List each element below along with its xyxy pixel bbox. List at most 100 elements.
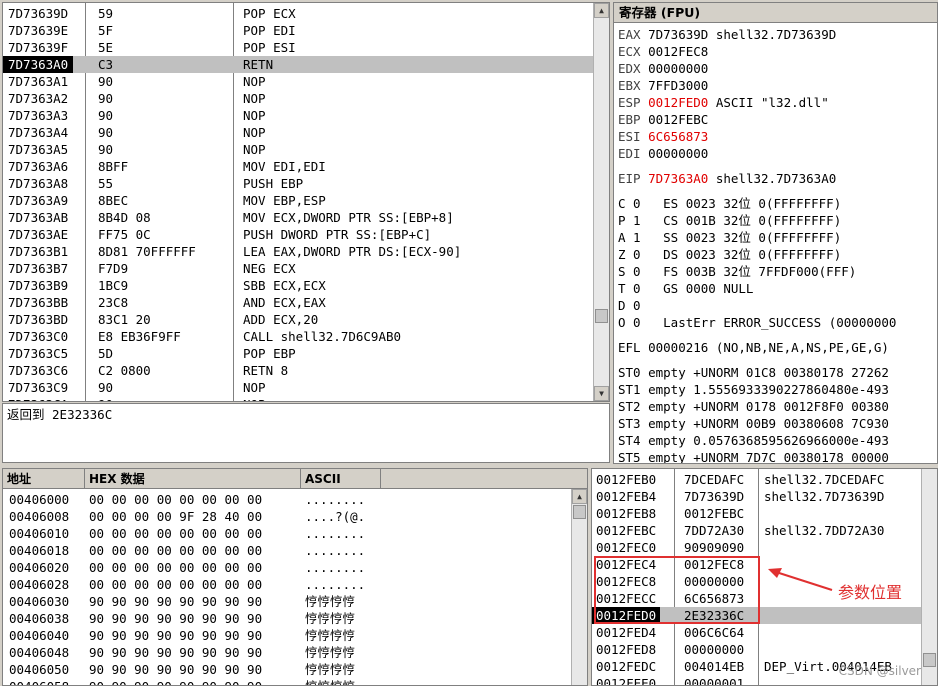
dump-row[interactable]: 00406020 00 00 00 00 00 00 00 00........: [3, 559, 571, 576]
disasm-address: 7D7363A1: [8, 74, 69, 89]
disasm-hex: 90: [98, 396, 113, 401]
disasm-row[interactable]: 7D7363B1 8D81 70FFFFFF LEA EAX,DWORD PTR D…: [3, 243, 593, 260]
dump-address: 00406030: [9, 594, 70, 609]
register-ebp[interactable]: EBP 0012FEBC: [614, 111, 937, 128]
disasm-row[interactable]: 7D7363A6 8BFF MOV EDI,EDI: [3, 158, 593, 175]
scroll-thumb[interactable]: [573, 505, 586, 519]
disasm-address: 7D7363AE: [8, 227, 69, 242]
register-name: ESI: [618, 129, 641, 144]
scroll-thumb[interactable]: [595, 309, 608, 323]
disasm-row[interactable]: 7D7363C9 90 NOP: [3, 379, 593, 396]
flag-row[interactable]: O 0 LastErr ERROR_SUCCESS (00000000: [614, 314, 937, 331]
dump-row[interactable]: 00406050 90 90 90 90 90 90 90 90 悙悙悙悙: [3, 661, 571, 678]
disasm-row[interactable]: 7D7363A3 90 NOP: [3, 107, 593, 124]
disasm-row[interactable]: 7D7363A8 55 PUSH EBP: [3, 175, 593, 192]
dump-row[interactable]: 00406048 90 90 90 90 90 90 90 90 悙悙悙悙: [3, 644, 571, 661]
register-esi[interactable]: ESI 6C656873: [614, 128, 937, 145]
dump-ascii: 悙悙悙悙: [305, 611, 356, 626]
disassembly-pane[interactable]: 7D73639D 59 POP ECX 7D73639E 5F POP EDI 7D7363…: [2, 2, 610, 402]
register-name: ESP: [618, 95, 641, 110]
disasm-address: 7D7363A9: [8, 193, 69, 208]
flag-row[interactable]: A 1 SS 0023 32位 0(FFFFFFFF): [614, 229, 937, 246]
disasm-row[interactable]: 7D7363BB 23C8 AND ECX,EAX: [3, 294, 593, 311]
flag-row[interactable]: P 1 CS 001B 32位 0(FFFFFFFF): [614, 212, 937, 229]
stack-row[interactable]: 0012FEC0 90909090: [592, 539, 921, 556]
highlight-box: [594, 556, 760, 624]
disasm-row[interactable]: 7D7363A5 90 NOP: [3, 141, 593, 158]
fpu-row[interactable]: ST5 empty +UNORM 7D7C 00380178 00000: [614, 449, 937, 463]
dump-header-address[interactable]: 地址: [3, 469, 85, 489]
disasm-row[interactable]: 7D7363C6 C2 0800 RETN 8: [3, 362, 593, 379]
flag-row[interactable]: Z 0 DS 0023 32位 0(FFFFFFFF): [614, 246, 937, 263]
dump-row[interactable]: 00406058 90 90 90 90 90 90 90 90 悙悙悙悙: [3, 678, 571, 685]
disasm-row[interactable]: 7D73639D 59 POP ECX: [3, 5, 593, 22]
disasm-row[interactable]: 7D7363B7 F7D9 NEG ECX: [3, 260, 593, 277]
scroll-up-button[interactable]: ▲: [572, 489, 587, 504]
disasm-row[interactable]: 7D7363A4 90 NOP: [3, 124, 593, 141]
fpu-row[interactable]: ST1 empty 1.5556933390227860480e-493: [614, 381, 937, 398]
register-eip[interactable]: EIP 7D7363A0 shell32.7D7363A0: [614, 170, 937, 187]
fpu-row[interactable]: ST0 empty +UNORM 01C8 00380178 27262: [614, 364, 937, 381]
dump-row[interactable]: 00406028 00 00 00 00 00 00 00 00........: [3, 576, 571, 593]
fpu-row[interactable]: ST2 empty +UNORM 0178 0012F8F0 00380: [614, 398, 937, 415]
dump-hex: 90 90 90 90 90 90 90 90: [89, 678, 262, 685]
stack-scrollbar[interactable]: [921, 469, 937, 685]
disasm-row[interactable]: 7D7363BD 83C1 20 ADD ECX,20: [3, 311, 593, 328]
register-ecx[interactable]: ECX 0012FEC8: [614, 43, 937, 60]
stack-value: 0012FEBC: [684, 506, 745, 521]
stack-address: 0012FED4: [596, 625, 657, 640]
register-esp[interactable]: ESP 0012FED0 ASCII "l32.dll": [614, 94, 937, 111]
disasm-row[interactable]: 7D7363A0 C3 RETN: [3, 56, 593, 73]
disasm-row[interactable]: 7D7363A1 90 NOP: [3, 73, 593, 90]
stack-row[interactable]: 0012FEBC 7DD72A30 shell32.7DD72A30: [592, 522, 921, 539]
register-eax[interactable]: EAX 7D73639D shell32.7D73639D: [614, 26, 937, 43]
disasm-hex: C3: [98, 57, 114, 72]
dump-row[interactable]: 00406040 90 90 90 90 90 90 90 90 悙悙悙悙: [3, 627, 571, 644]
scroll-down-button[interactable]: ▼: [594, 386, 609, 401]
scroll-up-button[interactable]: ▲: [594, 3, 609, 18]
dump-row[interactable]: 00406000 00 00 00 00 00 00 00 00........: [3, 491, 571, 508]
register-ebx[interactable]: EBX 7FFD3000: [614, 77, 937, 94]
fpu-row[interactable]: ST3 empty +UNORM 00B9 00380608 7C930: [614, 415, 937, 432]
disasm-row[interactable]: 7D7363AE FF75 0C PUSH DWORD PTR SS:[EBP+C]: [3, 226, 593, 243]
flag-row[interactable]: S 0 FS 003B 32位 7FFDF000(FFF): [614, 263, 937, 280]
stack-pane[interactable]: 0012FEB0 7DCEDAFC shell32.7DCEDAFC 0012FEB4…: [591, 468, 938, 686]
dump-pane[interactable]: 地址 HEX 数据 ASCII 00406000 00 00 00 00 00 0…: [2, 468, 588, 686]
disassembly-scrollbar[interactable]: ▲ ▼: [593, 3, 609, 401]
dump-row[interactable]: 00406010 00 00 00 00 00 00 00 00........: [3, 525, 571, 542]
stack-row[interactable]: 0012FEB0 7DCEDAFC shell32.7DCEDAFC: [592, 471, 921, 488]
disasm-row[interactable]: 7D7363CA 90 NOP: [3, 396, 593, 401]
scroll-thumb[interactable]: [923, 653, 936, 667]
dump-hex: 00 00 00 00 9F 28 40 00: [89, 509, 263, 524]
dump-row[interactable]: 00406030 90 90 90 90 90 90 90 90 悙悙悙悙: [3, 593, 571, 610]
disasm-row[interactable]: 7D73639F 5E POP ESI: [3, 39, 593, 56]
register-pane[interactable]: 寄存器 (FPU) EAX 7D73639D shell32.7D73639D E…: [613, 2, 938, 464]
stack-row[interactable]: 0012FED4 006C6C64: [592, 624, 921, 641]
dump-header-ascii[interactable]: ASCII: [301, 469, 381, 489]
disasm-row[interactable]: 7D7363A9 8BEC MOV EBP,ESP: [3, 192, 593, 209]
register-edi[interactable]: EDI 00000000: [614, 145, 937, 162]
stack-row[interactable]: 0012FED8 00000000: [592, 641, 921, 658]
disasm-row[interactable]: 7D7363C5 5D POP EBP: [3, 345, 593, 362]
disasm-row[interactable]: 7D73639E 5F POP EDI: [3, 22, 593, 39]
disasm-address: 7D7363BB: [8, 295, 69, 310]
stack-row[interactable]: 0012FEB8 0012FEBC: [592, 505, 921, 522]
disasm-row[interactable]: 7D7363A2 90 NOP: [3, 90, 593, 107]
flag-row[interactable]: D 0: [614, 297, 937, 314]
flag-row[interactable]: T 0 GS 0000 NULL: [614, 280, 937, 297]
efl-row[interactable]: EFL 00000216 (NO,NB,NE,A,NS,PE,GE,G): [614, 339, 937, 356]
dump-row[interactable]: 00406038 90 90 90 90 90 90 90 90 悙悙悙悙: [3, 610, 571, 627]
disasm-row[interactable]: 7D7363B9 1BC9 SBB ECX,ECX: [3, 277, 593, 294]
dump-ascii: 悙悙悙悙: [305, 678, 355, 685]
stack-row[interactable]: 0012FEB4 7D73639D shell32.7D73639D: [592, 488, 921, 505]
flag-row[interactable]: C 0 ES 0023 32位 0(FFFFFFFF): [614, 195, 937, 212]
dump-scrollbar[interactable]: ▲: [571, 489, 587, 685]
dump-header-hex[interactable]: HEX 数据: [85, 469, 301, 489]
register-edx[interactable]: EDX 00000000: [614, 60, 937, 77]
fpu-row[interactable]: ST4 empty 0.0576368595626966000e-493: [614, 432, 937, 449]
disasm-row[interactable]: 7D7363AB 8B4D 08 MOV ECX,DWORD PTR SS:[EBP…: [3, 209, 593, 226]
register-value: 6C656873: [648, 129, 709, 144]
dump-row[interactable]: 00406008 00 00 00 00 9F 28 40 00 ....?(@.: [3, 508, 571, 525]
dump-row[interactable]: 00406018 00 00 00 00 00 00 00 00........: [3, 542, 571, 559]
disasm-row[interactable]: 7D7363C0 E8 EB36F9FF CALL shell32.7D6C9AB0: [3, 328, 593, 345]
